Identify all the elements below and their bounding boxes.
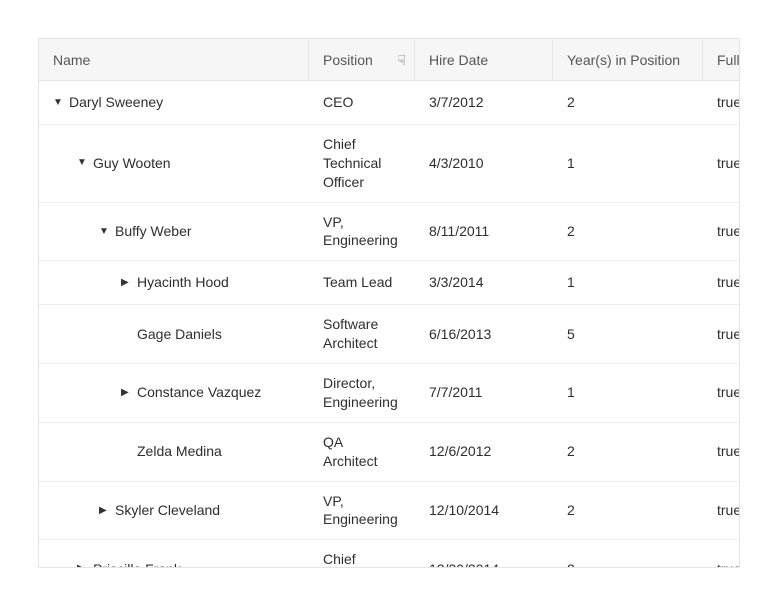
fulltime-cell: true: [703, 430, 739, 473]
years-cell: 1: [553, 261, 703, 304]
fulltime-cell: true: [703, 261, 739, 304]
expand-icon[interactable]: ▶: [77, 562, 87, 568]
column-header-position[interactable]: Position ☟: [309, 40, 415, 80]
name-label: Gage Daniels: [137, 325, 222, 344]
name-cell: ▼ Buffy Weber: [39, 210, 309, 253]
fulltime-cell: true: [703, 81, 739, 124]
grid-body: ▼Daryl SweeneyCEO3/7/20122true▼Guy Woote…: [39, 81, 739, 568]
years-cell: 2: [553, 548, 703, 568]
years-cell: 2: [553, 210, 703, 253]
table-row[interactable]: ▶Zelda MedinaQA Architect12/6/20122true: [39, 423, 739, 482]
fulltime-cell: true: [703, 142, 739, 185]
name-label: Skyler Cleveland: [115, 501, 220, 520]
hiredate-cell: 12/10/2014: [415, 489, 553, 532]
name-cell: ▶Gage Daniels: [39, 313, 309, 356]
table-row[interactable]: ▶ Hyacinth Hood Team Lead3/3/20141true: [39, 261, 739, 305]
years-cell: 2: [553, 430, 703, 473]
position-cell: QA Architect: [309, 423, 415, 481]
name-label: Priscilla Frank: [93, 560, 181, 568]
name-label: Hyacinth Hood: [137, 273, 229, 292]
hiredate-cell: 4/3/2010: [415, 142, 553, 185]
fulltime-cell: true: [703, 489, 739, 532]
name-cell: ▶Zelda Medina: [39, 430, 309, 473]
column-header-hiredate[interactable]: Hire Date: [415, 40, 553, 80]
hiredate-cell: 7/7/2011: [415, 371, 553, 414]
hiredate-cell: 8/11/2011: [415, 210, 553, 253]
column-header-years[interactable]: Year(s) in Position: [553, 40, 703, 80]
tree-grid: Name Position ☟ Hire Date Year(s) in Pos…: [38, 38, 740, 568]
table-row[interactable]: ▶ Skyler Cleveland VP, Engineering12/10/20…: [39, 482, 739, 541]
fulltime-cell: true: [703, 548, 739, 568]
position-cell: Chief Product: [309, 540, 415, 568]
fulltime-cell: true: [703, 371, 739, 414]
name-cell: ▼ Daryl Sweeney: [39, 81, 309, 124]
years-cell: 5: [553, 313, 703, 356]
name-label: Zelda Medina: [137, 442, 222, 461]
name-cell: ▶ Constance Vazquez: [39, 371, 309, 414]
position-cell: CEO: [309, 83, 415, 122]
table-row[interactable]: ▶ Constance Vazquez Director, Engineering7…: [39, 364, 739, 423]
fulltime-cell: true: [703, 210, 739, 253]
position-cell: Software Architect: [309, 305, 415, 363]
position-cell: Team Lead: [309, 263, 415, 302]
name-cell: ▶ Skyler Cleveland: [39, 489, 309, 532]
table-row[interactable]: ▼ Buffy Weber VP, Engineering8/11/20112tru…: [39, 203, 739, 262]
column-header-position-label: Position: [323, 52, 373, 68]
collapse-icon[interactable]: ▼: [77, 156, 87, 170]
position-cell: Chief Technical Officer: [309, 125, 415, 202]
expand-icon[interactable]: ▶: [121, 276, 131, 290]
years-cell: 1: [553, 142, 703, 185]
collapse-icon[interactable]: ▼: [99, 225, 109, 239]
position-cell: VP, Engineering: [309, 482, 415, 540]
hiredate-cell: 6/16/2013: [415, 313, 553, 356]
table-row[interactable]: ▼ Daryl Sweeney CEO3/7/20122true: [39, 81, 739, 125]
hiredate-cell: 12/30/2014: [415, 548, 553, 568]
years-cell: 1: [553, 371, 703, 414]
column-header-row: Name Position ☟ Hire Date Year(s) in Pos…: [39, 39, 739, 81]
table-row[interactable]: ▶Gage DanielsSoftware Architect6/16/2013…: [39, 305, 739, 364]
hiredate-cell: 3/7/2012: [415, 81, 553, 124]
table-row[interactable]: ▶ Priscilla Frank Chief Product12/30/20142…: [39, 540, 739, 568]
column-header-fulltime[interactable]: Full: [703, 40, 740, 80]
name-cell: ▶ Priscilla Frank: [39, 548, 309, 568]
name-label: Buffy Weber: [115, 222, 192, 241]
fulltime-cell: true: [703, 313, 739, 356]
name-cell: ▼ Guy Wooten: [39, 142, 309, 185]
position-cell: Director, Engineering: [309, 364, 415, 422]
hiredate-cell: 12/6/2012: [415, 430, 553, 473]
hiredate-cell: 3/3/2014: [415, 261, 553, 304]
expand-icon[interactable]: ▶: [99, 504, 109, 518]
expand-icon[interactable]: ▶: [121, 386, 131, 400]
table-row[interactable]: ▼ Guy Wooten Chief Technical Officer4/3/20…: [39, 125, 739, 203]
hand-cursor-icon: ☟: [397, 52, 406, 69]
position-cell: VP, Engineering: [309, 203, 415, 261]
years-cell: 2: [553, 489, 703, 532]
name-label: Daryl Sweeney: [69, 93, 163, 112]
name-label: Constance Vazquez: [137, 383, 261, 402]
years-cell: 2: [553, 81, 703, 124]
column-header-name[interactable]: Name: [39, 40, 309, 80]
collapse-icon[interactable]: ▼: [53, 96, 63, 110]
name-label: Guy Wooten: [93, 154, 171, 173]
name-cell: ▶ Hyacinth Hood: [39, 261, 309, 304]
